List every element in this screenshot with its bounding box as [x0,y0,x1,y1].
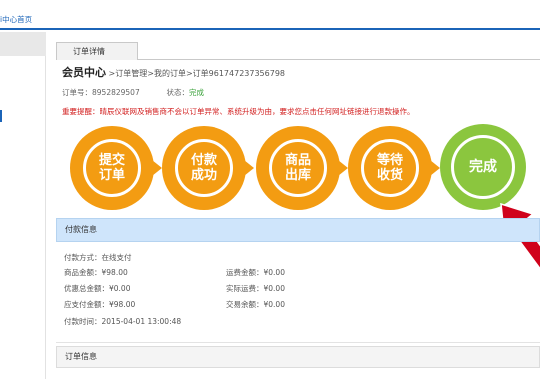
page-title-text: 会员中心 [62,66,106,79]
breadcrumb[interactable]: >订单管理>我的订单>订单961747237356798 [109,69,285,78]
step-submit-order: 提交订单 [70,126,162,210]
transaction-balance: 交易余额：¥0.00 [226,300,285,309]
step-complete: 完成 [440,124,526,210]
order-meta: 订单号：8952829507 状态：完成 [62,87,204,98]
tab-bar: 订单详情 [56,42,540,60]
payable-amount: 应支付金额：¥98.00 [64,300,136,309]
order-no-label: 订单号： [62,88,92,97]
tab-order-detail[interactable]: 订单详情 [56,42,138,60]
payment-method: 付款方式：在线支付 [64,253,132,262]
main-content: 订单详情 会员中心 >订单管理>我的订单>订单961747237356798 订… [46,32,540,379]
member-home-link[interactable]: i中心首页 [0,14,32,25]
sidebar [0,32,46,379]
status-value: 完成 [189,88,204,97]
order-progress-steps: 提交订单 付款成功 商品出库 等待收货 完成 [46,124,540,226]
goods-amount: 商品金额：¥98.00 [64,268,128,277]
top-bar: i中心首页 [0,0,540,30]
payment-time: 付款时间：2015-04-01 13:00:48 [64,317,182,326]
step-awaiting-receipt-label: 等待收货 [376,153,403,183]
step-payment-success-label: 付款成功 [190,153,217,183]
step-goods-shipped: 商品出库 [256,126,348,210]
step-awaiting-receipt: 等待收货 [348,126,440,210]
status-label: 状态： [166,88,190,97]
shipping-fee: 运费金额：¥0.00 [226,268,285,277]
tab-order-detail-label: 订单详情 [73,47,105,56]
red-pointer-arrow-icon [500,202,540,270]
actual-shipping: 实际运费：¥0.00 [226,284,285,293]
sidebar-header-band [0,32,46,56]
payment-info-header: 付款信息 [56,218,540,242]
step-goods-shipped-label: 商品出库 [284,153,311,183]
order-no-value: 8952829507 [92,88,140,97]
section-divider [56,342,540,343]
sidebar-active-marker [0,110,2,122]
order-info-header: 订单信息 [56,346,540,368]
step-submit-order-label: 提交订单 [98,153,125,183]
step-payment-success: 付款成功 [162,126,254,210]
security-warning: 重要提醒：晴辰仪联网及销售商不会以订单异常、系统升级为由，要求您点击任何网址链接… [62,107,415,116]
discount-total: 优惠总金额：¥0.00 [64,284,131,293]
step-complete-label: 完成 [469,158,497,175]
page-title: 会员中心 >订单管理>我的订单>订单961747237356798 [62,64,285,80]
